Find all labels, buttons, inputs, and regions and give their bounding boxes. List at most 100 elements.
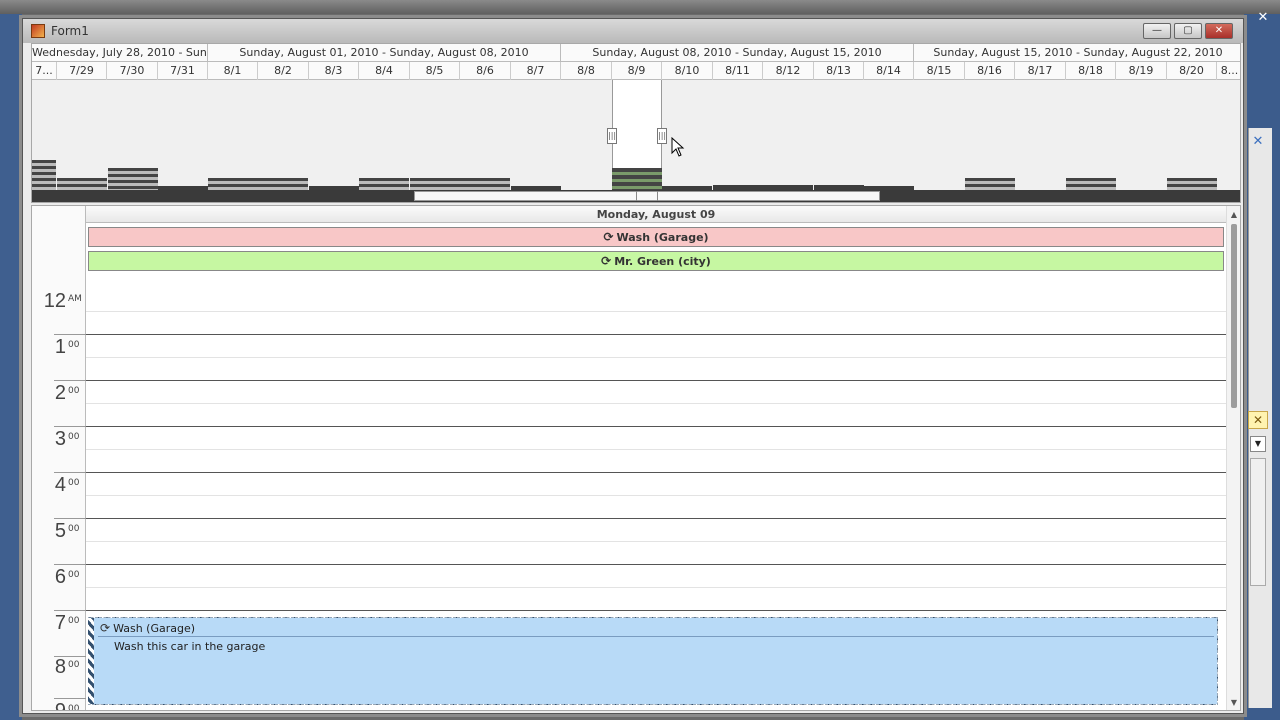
hour-suffix: 00 — [68, 660, 80, 670]
timeline-week-cell[interactable]: Wednesday, July 28, 2010 - Sun... — [32, 44, 208, 62]
maximize-button[interactable]: ▢ — [1174, 23, 1202, 39]
timeline-density-bar — [1167, 178, 1217, 190]
timeline-day-cell[interactable]: 8/18 — [1066, 62, 1116, 80]
hour-label: 9 00 — [32, 698, 86, 711]
hour-gridline — [86, 564, 1226, 565]
timeline-day-cell[interactable]: 8/2 — [258, 62, 309, 80]
side-dropdown-icon[interactable]: ▼ — [1250, 436, 1266, 452]
hour-number: 12 — [43, 290, 66, 312]
app-icon — [31, 24, 45, 38]
timeline-day-row: 7... 7/29 7/30 7/31 8/1 8/2 8/3 8/4 8/5 … — [32, 62, 1240, 80]
timeline-day-cell[interactable]: 8/13 — [814, 62, 864, 80]
dayview-scrollbar[interactable]: ▲ ▼ — [1226, 206, 1240, 710]
recurrence-icon: ⟳ — [603, 230, 614, 244]
timeline-day-cell[interactable]: 8/19 — [1116, 62, 1167, 80]
day-header[interactable]: Monday, August 09 — [86, 206, 1226, 223]
half-hour-gridline — [86, 495, 1226, 496]
hour-label: 7 00 — [32, 610, 86, 656]
timeline-week-row: Wednesday, July 28, 2010 - Sun... Sunday… — [32, 44, 1240, 62]
scroll-down-icon[interactable]: ▼ — [1229, 698, 1239, 708]
side-scrollbar[interactable] — [1250, 458, 1266, 586]
timeline-selection-end-handle[interactable]: ||| — [657, 128, 667, 144]
half-hour-gridline — [86, 357, 1226, 358]
allday-event[interactable]: ⟳ Wash (Garage) — [88, 227, 1224, 247]
timeline-day-cell[interactable]: 8/12 — [763, 62, 814, 80]
hour-gridline — [86, 610, 1226, 611]
timeline-day-cell[interactable]: 7... — [32, 62, 57, 80]
timeline-navigator[interactable]: Wednesday, July 28, 2010 - Sun... Sunday… — [31, 43, 1241, 203]
timeline-day-cell[interactable]: 8/8 — [561, 62, 612, 80]
timeline-day-cell[interactable]: 8/10 — [662, 62, 713, 80]
hour-suffix: 00 — [68, 524, 80, 534]
timeline-density-bar — [612, 168, 662, 190]
hour-gridline — [86, 380, 1226, 381]
time-ruler-header — [32, 206, 86, 288]
close-button[interactable]: ✕ — [1205, 23, 1233, 39]
scroll-up-icon[interactable]: ▲ — [1229, 210, 1239, 220]
hour-number: 9 — [54, 700, 66, 711]
hour-number: 7 — [54, 612, 66, 634]
timeline-day-cell[interactable]: 8/5 — [410, 62, 460, 80]
hour-suffix: 00 — [68, 340, 80, 350]
timeline-scrollbar-tick — [636, 191, 637, 201]
timeline-selection-start-handle[interactable]: ||| — [607, 128, 617, 144]
hour-gridline — [86, 334, 1226, 335]
side-pane-close-icon[interactable]: ✕ — [1250, 134, 1266, 150]
hour-label: 3 00 — [32, 426, 86, 472]
timeline-day-cell[interactable]: 7/30 — [107, 62, 158, 80]
timeline-day-cell[interactable]: 8/14 — [864, 62, 914, 80]
timeline-day-cell[interactable]: 8/7 — [511, 62, 561, 80]
mouse-cursor-icon — [671, 137, 685, 157]
allday-event[interactable]: ⟳ Mr. Green (city) — [88, 251, 1224, 271]
dayview-scrollbar-thumb[interactable] — [1231, 224, 1237, 408]
timeline-density-bar — [32, 160, 56, 190]
background-window-titlebar — [0, 0, 1280, 14]
timeline-density-bar — [1066, 178, 1116, 190]
hour-label: 8 00 — [32, 654, 86, 700]
hour-label: 12 AM — [32, 288, 86, 334]
timeline-day-cell[interactable]: 8/16 — [965, 62, 1015, 80]
timeline-scrollbar-tick — [657, 191, 658, 201]
timeline-week-cell[interactable]: Sunday, August 15, 2010 - Sunday, August… — [914, 44, 1240, 62]
half-hour-gridline — [86, 311, 1226, 312]
time-ruler: 12 AM 1 00 2 00 3 00 4 00 5 00 6 00 7 00 8 00 9 00 — [32, 288, 86, 711]
timeline-day-cell[interactable]: 8/20 — [1167, 62, 1217, 80]
timeline-density-bar — [258, 178, 308, 190]
appointment-description: Wash this car in the garage — [114, 640, 266, 653]
minimize-button[interactable]: — — [1143, 23, 1171, 39]
timeline-week-cell[interactable]: Sunday, August 08, 2010 - Sunday, August… — [561, 44, 914, 62]
day-view[interactable]: Monday, August 09 ⟳ Wash (Garage) ⟳ Mr. Gr… — [31, 205, 1241, 711]
appointment-title: Wash (Garage) — [113, 622, 196, 635]
timeline-day-cell[interactable]: 8/11 — [713, 62, 763, 80]
timeline-day-cell[interactable]: 8/4 — [359, 62, 410, 80]
timeline-density-bar — [410, 178, 460, 190]
timeline-day-cell[interactable]: 8... — [1217, 62, 1240, 80]
hour-number: 4 — [54, 474, 66, 496]
note-close-icon[interactable]: ✕ — [1248, 411, 1268, 429]
timeline-day-cell[interactable]: 8/3 — [309, 62, 359, 80]
timeline-day-cell[interactable]: 8/6 — [460, 62, 511, 80]
timeline-day-cell[interactable]: 8/9 — [612, 62, 662, 80]
timeline-scrollbar-thumb[interactable] — [414, 191, 880, 201]
hour-suffix: 00 — [68, 478, 80, 488]
timeline-density-bar — [57, 178, 107, 190]
hour-suffix: 00 — [68, 616, 80, 626]
appointment-divider — [98, 636, 1214, 637]
appointment[interactable]: ⟳ Wash (Garage) Wash this car in the gara… — [88, 617, 1218, 705]
background-left-panel — [0, 14, 22, 720]
timeline-day-cell[interactable]: 8/17 — [1015, 62, 1066, 80]
hour-gridline — [86, 426, 1226, 427]
half-hour-gridline — [86, 587, 1226, 588]
timeline-day-cell[interactable]: 8/15 — [914, 62, 965, 80]
hour-suffix: 00 — [68, 704, 80, 711]
window-titlebar[interactable]: Form1 — ▢ ✕ — [23, 19, 1243, 43]
timeline-week-cell[interactable]: Sunday, August 01, 2010 - Sunday, August… — [208, 44, 561, 62]
timeline-density-bar — [460, 178, 510, 190]
timeline-density-bar — [965, 178, 1015, 190]
hour-label: 6 00 — [32, 564, 86, 610]
timeline-day-cell[interactable]: 7/29 — [57, 62, 107, 80]
timeline-day-cell[interactable]: 7/31 — [158, 62, 208, 80]
background-close-icon[interactable]: ✕ — [1252, 10, 1274, 26]
timeline-scrollbar[interactable] — [32, 190, 1240, 202]
timeline-day-cell[interactable]: 8/1 — [208, 62, 258, 80]
